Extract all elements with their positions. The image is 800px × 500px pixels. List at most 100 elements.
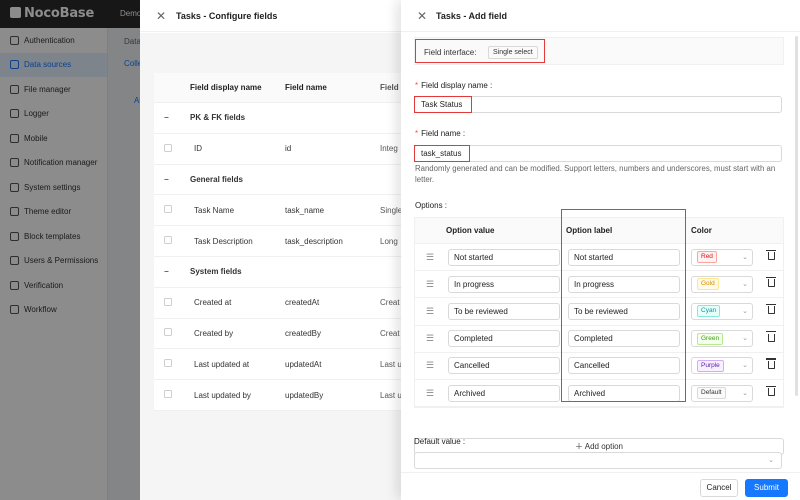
table-row[interactable]: ID id Integ <box>154 134 414 165</box>
group-row[interactable]: − PK & FK fields <box>154 103 414 134</box>
table-row[interactable]: Last updated at updatedAt Last u <box>154 349 414 381</box>
trash-icon[interactable] <box>766 249 776 261</box>
options-label: Options : <box>415 201 448 210</box>
field-display-name: Last updated by <box>194 390 251 400</box>
row-checkbox[interactable] <box>164 143 172 152</box>
row-checkbox[interactable] <box>164 205 172 214</box>
column-header-option-label: Option label <box>566 226 613 235</box>
options-table: Option value Option label Color ☰ Not sta… <box>414 217 784 409</box>
color-tag: Cyan <box>697 305 721 318</box>
drag-handle-icon[interactable]: ☰ <box>415 333 445 344</box>
required-mark: * <box>415 129 419 138</box>
trash-icon[interactable] <box>766 331 776 342</box>
column-header-field-name[interactable]: Field name <box>285 83 380 92</box>
group-label: System fields <box>190 267 242 277</box>
field-name: createdAt <box>285 298 320 308</box>
color-tag: Red <box>697 251 717 264</box>
default-value-select[interactable]: ⌄ <box>414 452 782 469</box>
color-select[interactable]: Default ⌄ <box>691 384 753 402</box>
chevron-down-icon: ⌄ <box>768 457 774 464</box>
row-checkbox[interactable] <box>164 236 172 245</box>
color-select[interactable]: Cyan ⌄ <box>691 302 753 320</box>
group-label: General fields <box>190 174 243 184</box>
option-value-input[interactable]: Archived <box>448 384 560 402</box>
field-display-name: ID <box>194 144 202 154</box>
display-name-label: * Field display name : <box>415 81 493 90</box>
column-header-color: Color <box>691 226 712 235</box>
field-name: updatedAt <box>285 359 322 369</box>
field-name-help: Randomly generated and can be modified. … <box>415 164 776 184</box>
option-label-input[interactable]: Archived <box>568 384 680 402</box>
drag-handle-icon[interactable]: ☰ <box>415 388 445 399</box>
fields-table: Field display name Field name Field i − P… <box>154 73 414 411</box>
drag-handle-icon[interactable]: ☰ <box>415 306 445 317</box>
option-value-input[interactable]: To be reviewed <box>448 302 560 320</box>
column-header-display-name[interactable]: Field display name <box>190 83 285 92</box>
color-tag: Gold <box>697 278 719 291</box>
color-select[interactable]: Purple ⌄ <box>691 357 753 375</box>
color-select[interactable]: Gold ⌄ <box>691 275 753 293</box>
field-interface-tag: Single select <box>488 46 538 59</box>
collapse-icon[interactable]: − <box>154 267 190 276</box>
table-row[interactable]: Task Name task_name Single <box>154 195 414 227</box>
table-row[interactable]: Created at createdAt Creat <box>154 288 414 319</box>
option-row: ☰ Not started Not started Red ⌄ <box>415 244 783 272</box>
chevron-down-icon: ⌄ <box>742 389 748 397</box>
submit-button[interactable]: Submit <box>745 479 788 497</box>
option-label-input[interactable]: Not started <box>568 248 680 266</box>
field-name-input[interactable]: task_status <box>414 145 782 162</box>
row-checkbox[interactable] <box>164 297 172 306</box>
drag-handle-icon[interactable]: ☰ <box>415 252 445 263</box>
row-checkbox[interactable] <box>164 359 172 368</box>
trash-icon[interactable] <box>766 358 776 369</box>
trash-icon[interactable] <box>766 385 776 397</box>
option-value-input[interactable]: Not started <box>448 248 560 266</box>
option-label-input[interactable]: Completed <box>568 330 680 348</box>
fields-table-header: Field display name Field name Field i <box>154 73 414 103</box>
field-name: id <box>285 144 292 154</box>
trash-icon[interactable] <box>766 276 776 288</box>
field-name: updatedBy <box>285 390 324 400</box>
drag-handle-icon[interactable]: ☰ <box>415 360 445 371</box>
group-row[interactable]: − System fields <box>154 257 414 288</box>
chevron-down-icon: ⌄ <box>742 362 748 370</box>
field-interface-label: Field interface: <box>424 48 477 57</box>
table-row[interactable]: Task Description task_description Long <box>154 226 414 257</box>
field-display-name: Task Description <box>194 236 253 246</box>
trash-icon[interactable] <box>766 303 776 315</box>
field-display-name: Last updated at <box>194 359 250 369</box>
group-row[interactable]: − General fields <box>154 165 414 196</box>
option-value-input[interactable]: Completed <box>448 330 560 348</box>
option-label-input[interactable]: To be reviewed <box>568 302 680 320</box>
collapse-icon[interactable]: − <box>154 175 190 184</box>
field-display-name: Created at <box>194 298 232 308</box>
option-value-input[interactable]: Cancelled <box>448 357 560 375</box>
field-display-name: Task Name <box>194 205 235 215</box>
table-row[interactable]: Last updated by updatedBy Last u <box>154 380 414 411</box>
collapse-icon[interactable]: − <box>154 113 190 122</box>
add-field-header: ✕ Tasks - Add field <box>401 0 800 32</box>
color-tag: Default <box>697 387 726 400</box>
table-row[interactable]: Created by createdBy Creat <box>154 319 414 350</box>
drawer-footer: Cancel Submit <box>401 472 800 500</box>
option-label-input[interactable]: In progress <box>568 275 680 293</box>
drag-handle-icon[interactable]: ☰ <box>415 279 445 290</box>
color-select[interactable]: Red ⌄ <box>691 248 753 266</box>
plus-icon: ＋ <box>574 442 583 451</box>
color-tag: Purple <box>697 359 724 372</box>
column-header-option-value: Option value <box>446 226 495 235</box>
option-row: ☰ Completed Completed Green ⌄ <box>415 326 783 353</box>
close-icon[interactable]: ✕ <box>417 10 427 22</box>
option-row: ☰ Cancelled Cancelled Purple ⌄ <box>415 353 783 380</box>
row-checkbox[interactable] <box>164 390 172 399</box>
chevron-down-icon: ⌄ <box>742 253 748 261</box>
color-select[interactable]: Green ⌄ <box>691 330 753 348</box>
close-icon[interactable]: ✕ <box>156 10 166 22</box>
required-mark: * <box>415 81 419 90</box>
row-checkbox[interactable] <box>164 328 172 337</box>
display-name-input[interactable]: Task Status <box>414 96 782 113</box>
option-row: ☰ Archived Archived Default ⌄ <box>415 380 783 408</box>
cancel-button[interactable]: Cancel <box>700 479 738 497</box>
option-label-input[interactable]: Cancelled <box>568 357 680 375</box>
option-value-input[interactable]: In progress <box>448 275 560 293</box>
